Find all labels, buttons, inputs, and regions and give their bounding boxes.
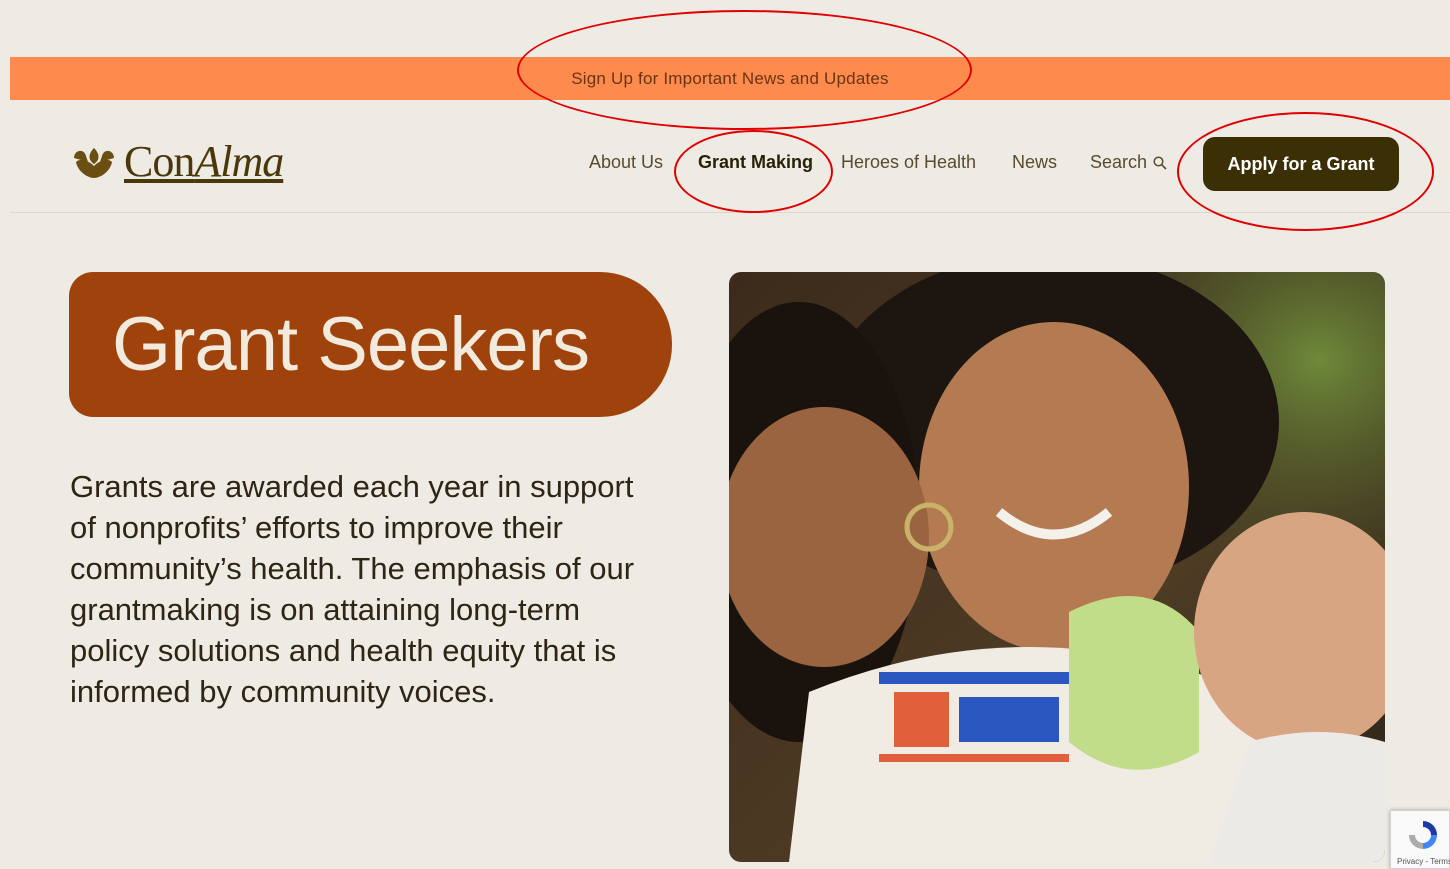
hero-title-pill: Grant Seekers <box>69 272 672 417</box>
nav-item-about-us[interactable]: About Us <box>589 152 663 173</box>
announcement-bar: Sign Up for Important News and Updates <box>10 57 1450 100</box>
recaptcha-badge[interactable]: Privacy - Terms <box>1390 810 1450 869</box>
nav-item-news[interactable]: News <box>1012 152 1057 173</box>
family-photo-image <box>729 272 1385 862</box>
nav-item-grant-making[interactable]: Grant Making <box>698 152 813 173</box>
site-header: ConAlma About Us Grant Making Heroes of … <box>10 100 1450 213</box>
page-title: Grant Seekers <box>112 301 590 387</box>
apply-for-grant-button[interactable]: Apply for a Grant <box>1203 137 1399 191</box>
hero-description: Grants are awarded each year in support … <box>70 469 635 709</box>
search-label: Search <box>1090 152 1148 172</box>
recaptcha-terms[interactable]: Privacy - Terms <box>1397 857 1450 866</box>
hero-photo <box>729 272 1385 862</box>
nav-item-search[interactable]: Search <box>1090 152 1167 173</box>
page: Sign Up for Important News and Updates C… <box>0 0 1450 869</box>
newsletter-signup-link[interactable]: Sign Up for Important News and Updates <box>571 69 889 89</box>
search-icon <box>1153 156 1167 170</box>
nav-item-heroes-of-health[interactable]: Heroes of Health <box>841 152 976 173</box>
recaptcha-icon <box>1409 821 1437 849</box>
